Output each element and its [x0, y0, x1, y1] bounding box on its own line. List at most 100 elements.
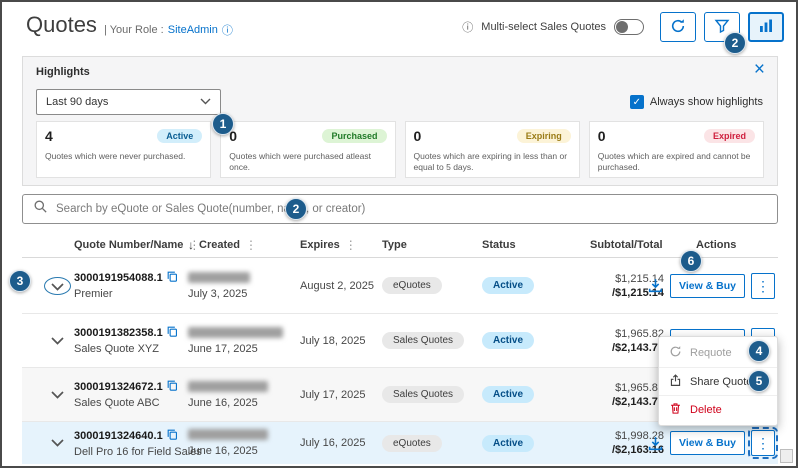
table-header: Quote Number/Name ⋮ ↓ Created ⋮ Expires … [22, 232, 778, 258]
column-label: Expires [300, 239, 340, 251]
callout-1: 1 [212, 113, 234, 135]
callout-6: 6 [680, 250, 702, 272]
highlight-cards: 4 Active Quotes which were never purchas… [36, 121, 764, 178]
table-row: 3000191324640.1 Dell Pro 16 for Field Sa… [22, 422, 778, 464]
created-date: July 3, 2025 [188, 288, 288, 300]
column-quote-number[interactable]: Quote Number/Name ⋮ [74, 238, 200, 252]
copy-icon[interactable] [167, 380, 178, 394]
redacted-creator [188, 327, 283, 338]
column-subtotal: Subtotal/Total [590, 239, 663, 251]
menu-item-label: Share Quote [690, 376, 752, 388]
user-role: | Your Role : SiteAdmin ⓘ [104, 22, 233, 38]
role-prefix: | Your Role : [104, 24, 164, 36]
type-badge: eQuotes [382, 277, 442, 294]
multiselect-label: Multi-select Sales Quotes [481, 21, 606, 33]
column-created[interactable]: ↓ Created ⋮ [188, 238, 257, 252]
row-kebab-button[interactable]: ⋮ [751, 430, 775, 456]
card-description: Quotes which are expiring in less than o… [414, 151, 574, 174]
always-show-highlights: ✓ Always show highlights [630, 95, 763, 109]
copy-icon[interactable] [167, 271, 178, 285]
scrollbar-corner[interactable] [780, 449, 793, 463]
highlights-title: Highlights [36, 66, 90, 78]
always-show-label: Always show highlights [650, 96, 763, 108]
requote-icon [669, 345, 682, 361]
created-cell: June 16, 2025 [188, 422, 288, 464]
quote-number: 3000191382358.1 [74, 327, 163, 339]
refresh-icon [670, 18, 686, 37]
quote-cell: 3000191324640.1 Dell Pro 16 for Field Sa… [74, 422, 204, 464]
row-expand-chevron[interactable] [40, 368, 74, 421]
row-expand-chevron[interactable] [40, 258, 74, 313]
search-input[interactable] [56, 203, 767, 215]
sort-desc-icon[interactable]: ↓ [188, 238, 194, 252]
role-value: SiteAdmin [168, 24, 218, 36]
column-actions: Actions [696, 239, 736, 251]
page-header: Quotes | Your Role : SiteAdmin ⓘ ⓘ Multi… [2, 2, 796, 52]
status-badge: Active [157, 129, 202, 143]
role-info-icon[interactable]: ⓘ [222, 22, 233, 38]
multiselect-info-icon[interactable]: ⓘ [462, 19, 473, 35]
multiselect-toggle[interactable] [614, 19, 644, 35]
row-kebab-button[interactable]: ⋮ [751, 273, 775, 299]
chart-view-button[interactable] [748, 12, 784, 42]
actions-cell: View & Buy ⋮ [647, 422, 775, 464]
search-icon [33, 199, 48, 219]
search-bar [22, 194, 778, 224]
row-expand-chevron[interactable] [40, 422, 74, 464]
column-status: Status [482, 239, 516, 251]
column-label: Type [382, 239, 407, 251]
bar-chart-icon [758, 18, 774, 37]
quote-name: Sales Quote ABC [74, 397, 186, 409]
column-label: Status [482, 239, 516, 251]
type-badge: Sales Quotes [382, 386, 464, 403]
card-description: Quotes which were purchased atleast once… [229, 151, 389, 174]
callout-5: 5 [748, 370, 770, 392]
created-cell: July 3, 2025 [188, 258, 288, 313]
copy-icon[interactable] [167, 326, 178, 340]
quote-cell: 3000191382358.1 Sales Quote XYZ [74, 314, 186, 367]
view-buy-button[interactable]: View & Buy [670, 274, 745, 298]
created-date: June 17, 2025 [188, 343, 288, 355]
quote-number: 3000191324672.1 [74, 381, 163, 393]
chevron-down-icon [200, 96, 211, 108]
type-badge: Sales Quotes [382, 332, 464, 349]
highlight-card-active: 4 Active Quotes which were never purchas… [36, 121, 211, 178]
subtotal-cell: $1,215.14 /$1,215.14 [542, 258, 664, 313]
callout-4: 4 [748, 340, 770, 362]
status-badge: Active [482, 277, 534, 294]
download-icon[interactable] [647, 277, 664, 294]
copy-icon[interactable] [167, 429, 178, 443]
expires-date: August 2, 2025 [300, 258, 390, 313]
menu-item-delete[interactable]: Delete [659, 395, 777, 423]
expires-date: July 18, 2025 [300, 314, 390, 367]
subtotal-cell: $1,998.28 /$2,163.16 [542, 422, 664, 464]
total-value: /$2,143.79 [612, 396, 664, 408]
column-label: Quote Number/Name [74, 239, 183, 251]
row-expand-chevron[interactable] [40, 314, 74, 367]
actions-cell: View & Buy ⋮ [647, 258, 775, 313]
trash-icon [669, 402, 682, 418]
subtotal-value: $1,965.82 [615, 382, 664, 394]
subtotal-value: $1,965.82 [615, 328, 664, 340]
view-buy-button[interactable]: View & Buy [670, 431, 745, 455]
close-icon[interactable]: × [754, 60, 765, 79]
created-date: June 16, 2025 [188, 445, 288, 457]
column-type: Type [382, 239, 407, 251]
created-cell: June 16, 2025 [188, 368, 288, 421]
column-expires[interactable]: Expires ⋮ [300, 238, 357, 252]
column-menu-icon[interactable]: ⋮ [345, 238, 357, 252]
column-menu-icon[interactable]: ⋮ [245, 238, 257, 252]
refresh-button[interactable] [660, 12, 696, 42]
date-range-select[interactable]: Last 90 days [36, 89, 221, 115]
table-row: 3000191954088.1 Premier July 3, 2025 Aug… [22, 258, 778, 314]
share-icon [669, 374, 682, 390]
quote-name: Dell Pro 16 for Field Sales [74, 446, 204, 458]
status-badge: Active [482, 332, 534, 349]
callout-2-filter: 2 [724, 32, 746, 54]
always-show-checkbox[interactable]: ✓ [630, 95, 644, 109]
highlights-panel: Highlights × Last 90 days ✓ Always show … [22, 56, 778, 186]
page-title: Quotes [26, 12, 97, 38]
download-icon[interactable] [647, 435, 664, 452]
quote-name: Sales Quote XYZ [74, 343, 186, 355]
menu-item-label: Requote [690, 347, 732, 359]
